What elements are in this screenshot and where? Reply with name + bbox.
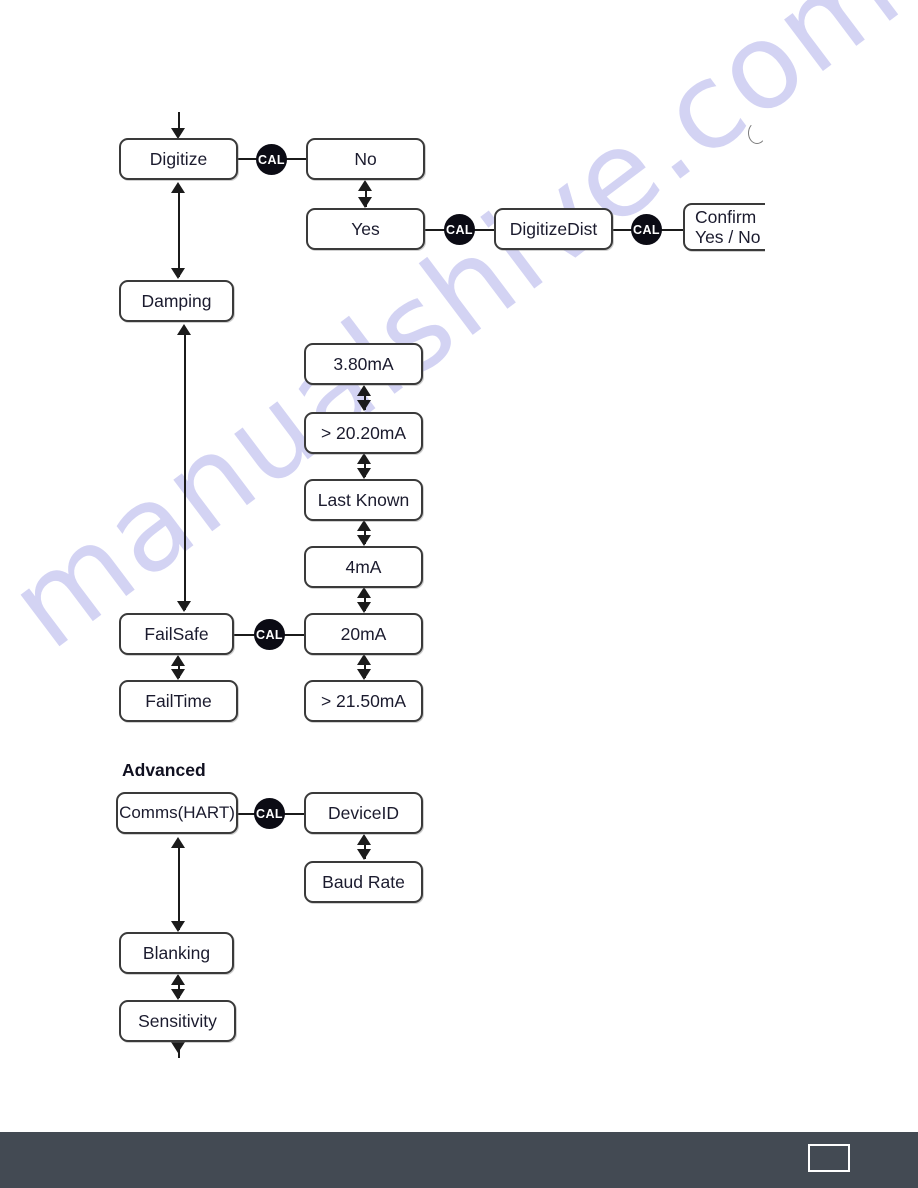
node-blanking-label: Blanking [142, 942, 211, 963]
connector-exit-arrowhead [171, 1042, 185, 1053]
cal-badge-digitize[interactable]: CAL [256, 144, 287, 175]
node-yes-label: Yes [351, 218, 380, 239]
node-digitize[interactable]: Digitize [119, 138, 238, 180]
node-no[interactable]: No [306, 138, 425, 180]
page-footer-bar [0, 1132, 918, 1188]
connector-no-yes-arrowhead-up [358, 180, 372, 191]
connector-deviceid-baudrate-arrowhead-down [357, 849, 371, 860]
connector-ma380-ma2020-arrowhead-down [357, 400, 371, 411]
connector-digitize-damping-arrowhead-up [171, 182, 185, 193]
connector-damping-failsafe-arrowhead-up [177, 324, 191, 335]
connector-digitizedist-cal [612, 229, 632, 231]
node-last-known[interactable]: Last Known [304, 479, 423, 521]
cal-badge-label: CAL [256, 627, 283, 642]
connector-blanking-sensitivity-arrowhead-down [171, 989, 185, 1000]
node-failtime-label: FailTime [145, 690, 212, 711]
node-deviceid[interactable]: DeviceID [304, 792, 423, 834]
connector-cal-ma20 [284, 634, 305, 636]
connector-ma2020-lastknown-arrowhead-up [357, 453, 371, 464]
node-4ma[interactable]: 4mA [304, 546, 423, 588]
node-last-known-label: Last Known [317, 489, 410, 510]
connector-digitize-damping-arrowhead-down [171, 268, 185, 279]
node-20ma[interactable]: 20mA [304, 613, 423, 655]
node-failtime[interactable]: FailTime [119, 680, 238, 722]
connector-damping-failsafe-line [184, 327, 186, 610]
node-yes[interactable]: Yes [306, 208, 425, 250]
node-digitizedist-label: DigitizeDist [509, 218, 598, 239]
node-baud-rate-label: Baud Rate [322, 871, 405, 892]
connector-cal-no [286, 158, 307, 160]
connector-ma4-ma20-arrowhead-up [357, 587, 371, 598]
node-sensitivity-label: Sensitivity [138, 1010, 217, 1031]
node-damping-label: Damping [141, 290, 212, 311]
node-damping[interactable]: Damping [119, 280, 234, 322]
node-no-label: No [354, 148, 377, 169]
node-gt-21-50ma-label: > 21.50mA [320, 690, 407, 711]
cal-badge-label: CAL [633, 222, 660, 237]
page-number-box [808, 1144, 850, 1172]
connector-ma380-ma2020-arrowhead-up [357, 385, 371, 396]
connector-no-yes-arrowhead-down [358, 197, 372, 208]
node-comms-hart[interactable]: Comms(HART) [116, 792, 238, 834]
connector-comms-blanking-line [178, 840, 180, 930]
connector-comms-blanking-arrowhead-up [171, 837, 185, 848]
diagram-clip-region: Digitize No Yes DigitizeDist Confirm Yes… [0, 0, 765, 1100]
node-4ma-label: 4mA [345, 556, 382, 577]
connector-yes-cal [425, 229, 445, 231]
connector-digitize-damping-line [178, 185, 180, 277]
node-gt-20-20ma[interactable]: > 20.20mA [304, 412, 423, 454]
menu-flowchart: Digitize No Yes DigitizeDist Confirm Yes… [0, 0, 918, 1100]
node-digitizedist[interactable]: DigitizeDist [494, 208, 613, 250]
connector-blanking-sensitivity-arrowhead-up [171, 974, 185, 985]
connector-cal-deviceid [284, 813, 305, 815]
connector-deviceid-baudrate-arrowhead-up [357, 834, 371, 845]
node-digitize-label: Digitize [149, 148, 208, 169]
cal-badge-label: CAL [256, 806, 283, 821]
node-deviceid-label: DeviceID [328, 802, 399, 823]
node-3-80ma[interactable]: 3.80mA [304, 343, 423, 385]
node-gt-20-20ma-label: > 20.20mA [320, 422, 407, 443]
connector-ma20-ma2150-arrowhead-down [357, 669, 371, 680]
cal-badge-digitizedist[interactable]: CAL [631, 214, 662, 245]
node-blanking[interactable]: Blanking [119, 932, 234, 974]
node-failsafe[interactable]: FailSafe [119, 613, 234, 655]
node-failsafe-label: FailSafe [144, 623, 209, 644]
node-confirm-label-second: Yes / No [695, 227, 761, 247]
connector-failsafe-failtime-arrowhead-down [171, 669, 185, 680]
connector-ma20-ma2150-arrowhead-up [357, 654, 371, 665]
cal-badge-label: CAL [258, 152, 285, 167]
document-page: manualshive.com Digitize No Yes Digitize… [0, 0, 918, 1188]
node-gt-21-50ma[interactable]: > 21.50mA [304, 680, 423, 722]
node-confirm-label: Confirm [695, 206, 757, 227]
node-comms-hart-label: Comms(HART) [119, 803, 235, 823]
node-confirm[interactable]: Confirm Yes / No [683, 203, 765, 251]
cal-badge-label: CAL [446, 222, 473, 237]
connector-comms-cal [238, 813, 255, 815]
node-sensitivity[interactable]: Sensitivity [119, 1000, 236, 1042]
connector-ma4-ma20-arrowhead-down [357, 602, 371, 613]
node-baud-rate[interactable]: Baud Rate [304, 861, 423, 903]
connector-cal-confirm [661, 229, 684, 231]
connector-failsafe-cal [234, 634, 254, 636]
connector-damping-failsafe-arrowhead-down [177, 601, 191, 612]
connector-lastknown-ma4-arrowhead-down [357, 535, 371, 546]
connector-lastknown-ma4-arrowhead-up [357, 520, 371, 531]
connector-ma2020-lastknown-arrowhead-down [357, 468, 371, 479]
connector-cal-digitizedist [474, 229, 495, 231]
connector-digitize-cal [238, 158, 258, 160]
cal-badge-failsafe[interactable]: CAL [254, 619, 285, 650]
connector-comms-blanking-arrowhead-down [171, 921, 185, 932]
cal-badge-yes[interactable]: CAL [444, 214, 475, 245]
node-3-80ma-label: 3.80mA [333, 353, 394, 374]
cal-badge-comms[interactable]: CAL [254, 798, 285, 829]
connector-failsafe-failtime-arrowhead-up [171, 655, 185, 666]
node-20ma-label: 20mA [340, 623, 387, 644]
section-label-advanced: Advanced [122, 760, 206, 780]
